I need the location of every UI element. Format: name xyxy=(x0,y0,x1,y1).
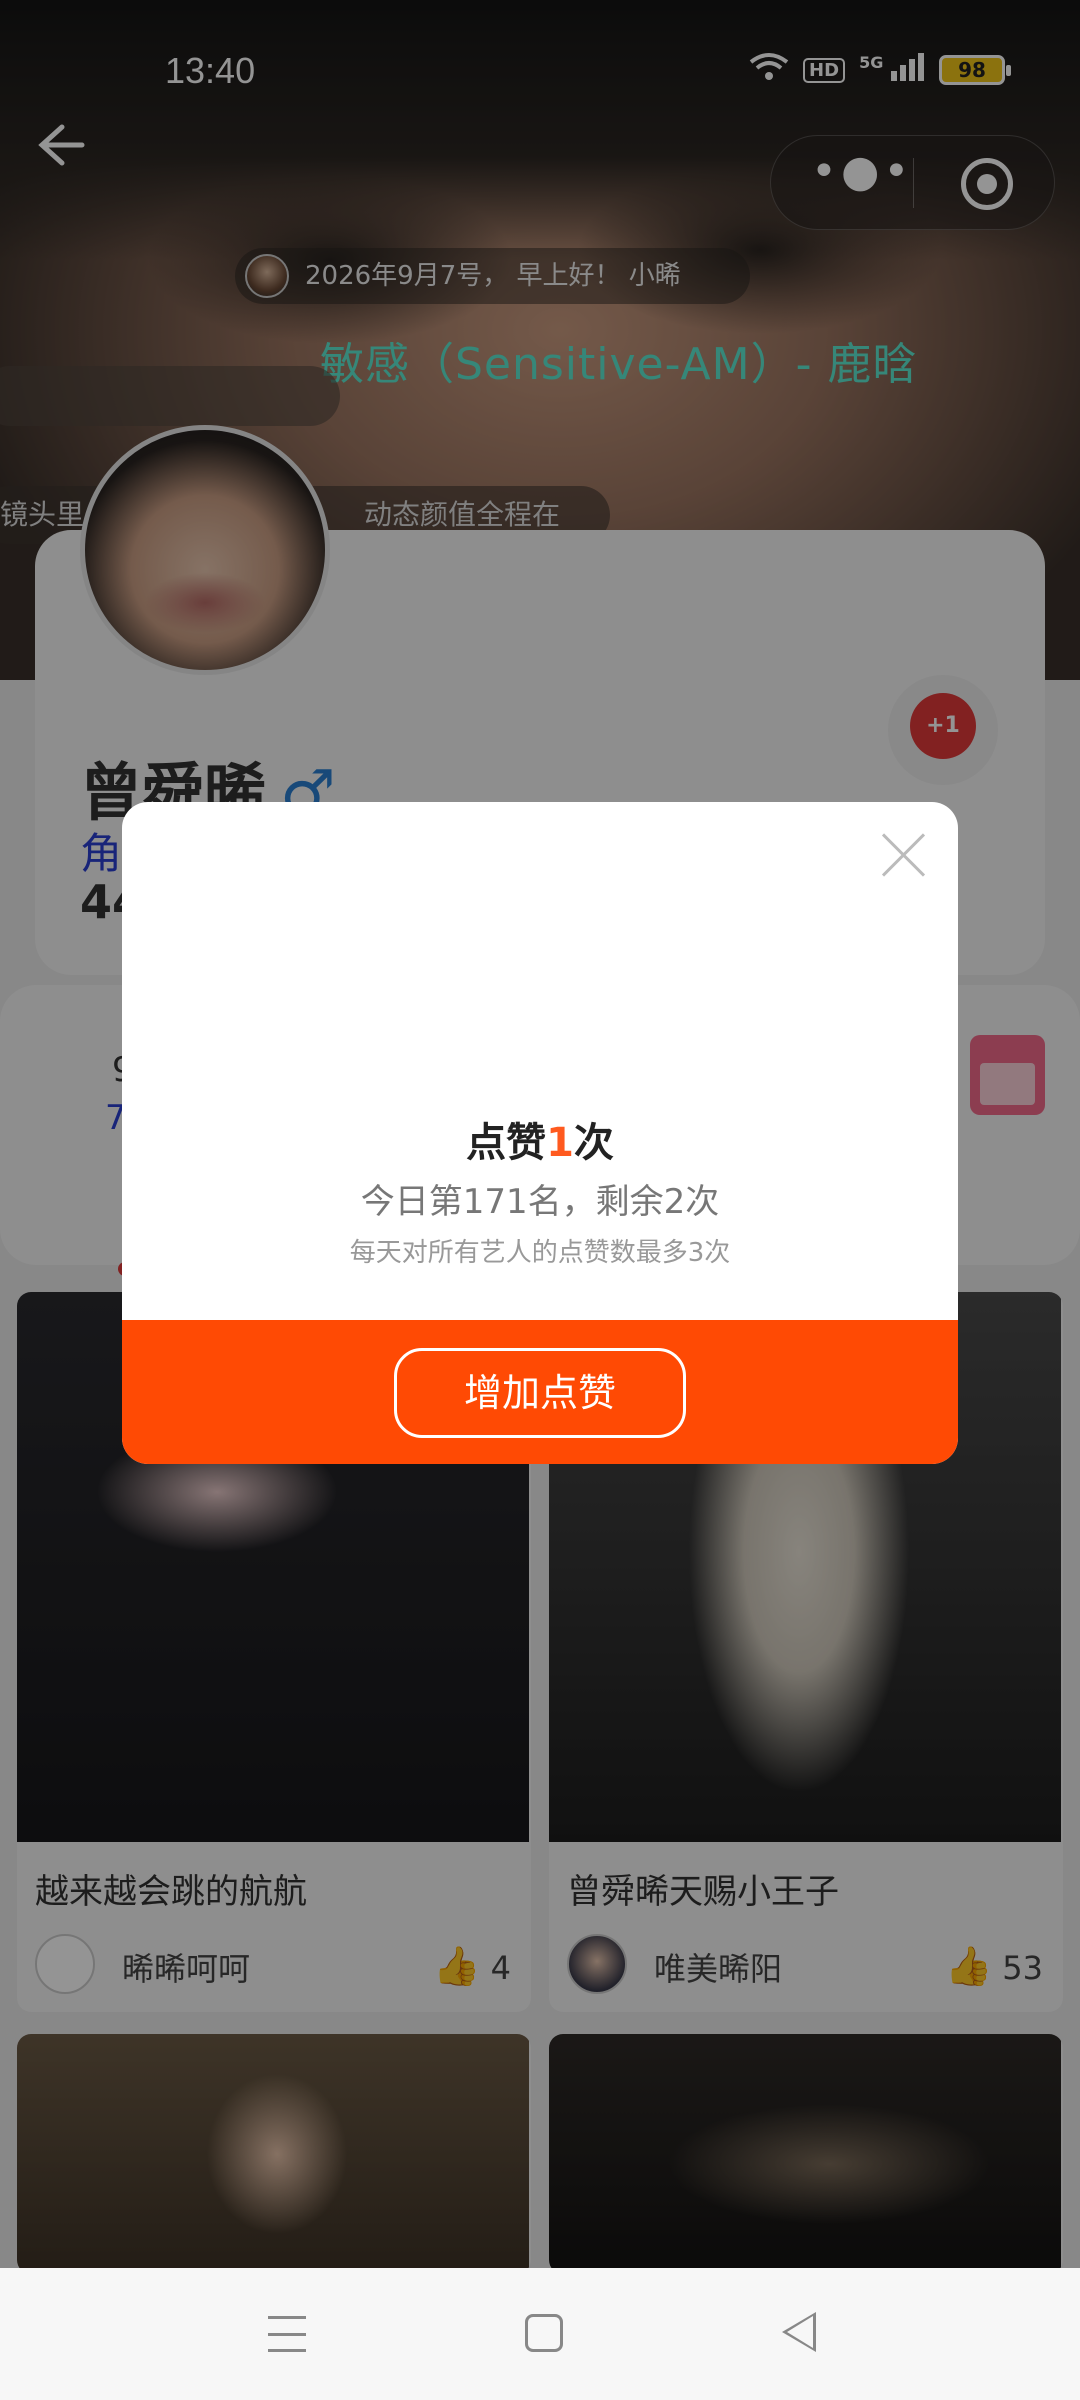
daily-limit-note: 每天对所有艺人的点赞数最多3次 xyxy=(349,1238,731,1268)
dialog-title: 点赞1次 xyxy=(466,1120,614,1166)
system-nav-bar xyxy=(0,2268,1080,2400)
like-count-highlight: 1 xyxy=(546,1120,574,1166)
close-icon[interactable] xyxy=(878,830,928,880)
menu-icon[interactable] xyxy=(268,2316,306,2352)
like-dialog: 点赞1次 今日第171名，剩余2次 每天对所有艺人的点赞数最多3次 增加点赞 xyxy=(122,802,958,1464)
add-likes-button[interactable]: 增加点赞 xyxy=(394,1348,686,1438)
nav-back-icon[interactable] xyxy=(782,2312,816,2352)
home-icon[interactable] xyxy=(525,2314,563,2352)
dialog-footer: 增加点赞 xyxy=(122,1320,958,1464)
rank-remaining-text: 今日第171名，剩余2次 xyxy=(360,1182,720,1222)
